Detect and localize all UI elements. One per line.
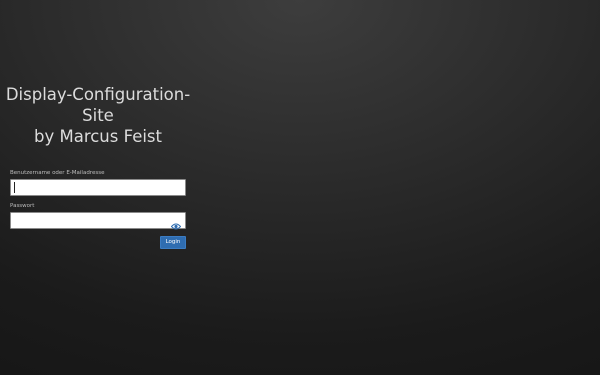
username-input[interactable] bbox=[11, 185, 185, 200]
username-field-wrapper bbox=[10, 179, 186, 200]
login-button[interactable]: Login bbox=[160, 236, 186, 249]
site-title-line-2: Site bbox=[82, 106, 114, 125]
password-input[interactable] bbox=[11, 218, 185, 233]
login-panel: Display-Configuration- Site by Marcus Fe… bbox=[0, 0, 196, 375]
site-title: Display-Configuration- Site by Marcus Fe… bbox=[0, 84, 196, 147]
site-title-line-3: by Marcus Feist bbox=[33, 127, 162, 146]
eye-icon[interactable] bbox=[170, 216, 182, 230]
username-label: Benutzername oder E-Mailadresse bbox=[10, 170, 105, 176]
password-label: Passwort bbox=[10, 203, 35, 209]
site-title-line-1: Display-Configuration- bbox=[5, 85, 191, 104]
text-caret bbox=[14, 182, 15, 193]
password-field-wrapper bbox=[10, 212, 186, 233]
